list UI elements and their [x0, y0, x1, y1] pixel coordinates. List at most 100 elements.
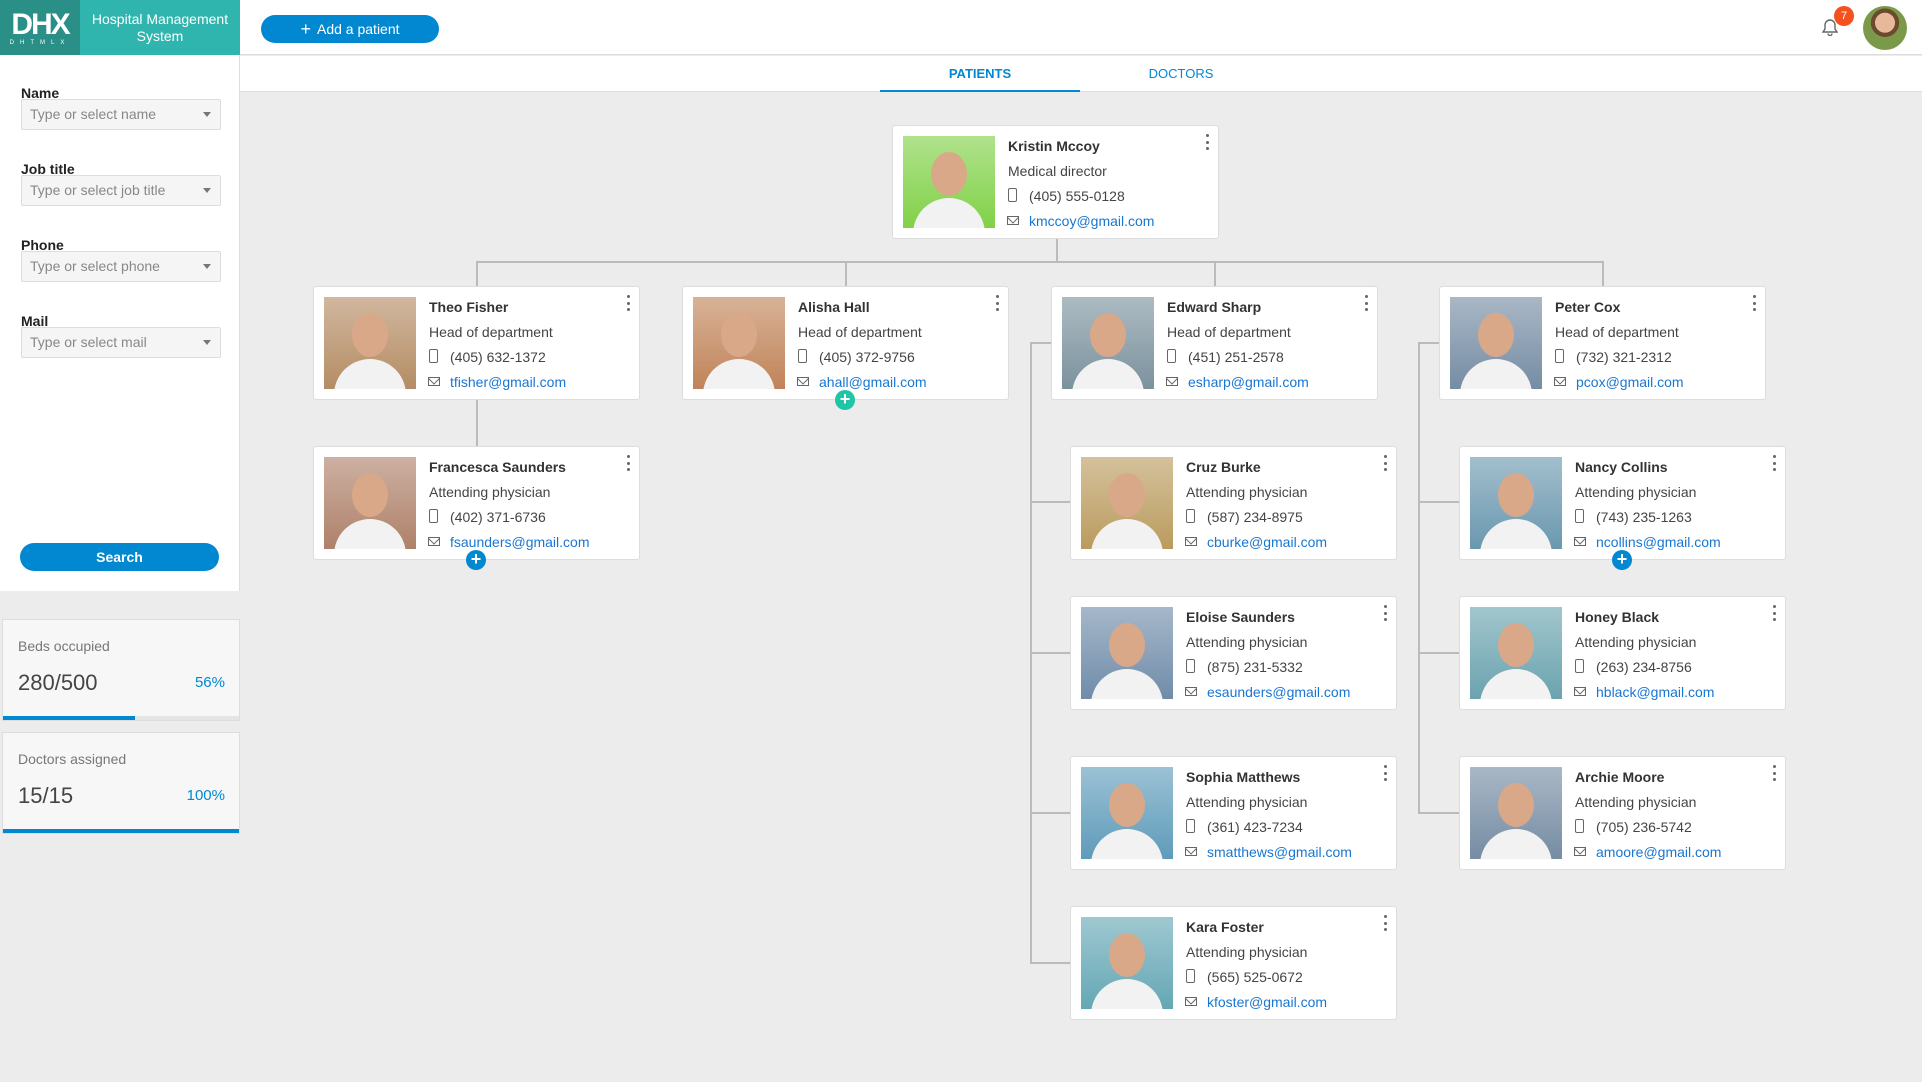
person-email-link[interactable]: pcox@gmail.com — [1576, 374, 1684, 390]
add-patient-button[interactable]: + Add a patient — [261, 15, 439, 43]
connector-line — [1602, 261, 1604, 286]
more-options-icon[interactable] — [1771, 455, 1777, 471]
add-child-button[interactable]: + — [466, 550, 486, 570]
person-name: Francesca Saunders — [429, 459, 566, 475]
person-card[interactable]: Eloise Saunders Attending physician (875… — [1070, 596, 1397, 710]
app-logo: DHX DHTMLX Hospital Management System — [0, 0, 240, 55]
person-job-title: Head of department — [798, 324, 922, 340]
phone-icon — [1008, 188, 1017, 202]
person-job-title: Attending physician — [1186, 944, 1308, 960]
more-options-icon[interactable] — [1382, 605, 1388, 621]
person-card[interactable]: Nancy Collins Attending physician (743) … — [1459, 446, 1786, 560]
person-phone: (451) 251-2578 — [1188, 349, 1284, 365]
filter-combobox[interactable]: Type or select mail — [21, 327, 221, 358]
person-photo — [1062, 297, 1154, 389]
person-job-title: Head of department — [429, 324, 553, 340]
add-child-button[interactable]: + — [835, 390, 855, 410]
mail-icon — [1007, 216, 1019, 225]
more-options-icon[interactable] — [625, 455, 631, 471]
person-card[interactable]: Theo Fisher Head of department (405) 632… — [313, 286, 640, 400]
person-name: Cruz Burke — [1186, 459, 1261, 475]
person-card[interactable]: Peter Cox Head of department (732) 321-2… — [1439, 286, 1766, 400]
more-options-icon[interactable] — [1751, 295, 1757, 311]
person-phone: (405) 555-0128 — [1029, 188, 1125, 204]
phone-icon — [1167, 349, 1176, 363]
more-options-icon[interactable] — [1363, 295, 1369, 311]
connector-line — [476, 400, 478, 446]
person-email-link[interactable]: esaunders@gmail.com — [1207, 684, 1350, 700]
person-card[interactable]: Alisha Hall Head of department (405) 372… — [682, 286, 1009, 400]
person-card[interactable]: Edward Sharp Head of department (451) 25… — [1051, 286, 1378, 400]
tab-doctors[interactable]: Doctors — [1081, 56, 1281, 92]
person-job-title: Attending physician — [1575, 634, 1697, 650]
person-card[interactable]: Francesca Saunders Attending physician (… — [313, 446, 640, 560]
person-email-link[interactable]: fsaunders@gmail.com — [450, 534, 590, 550]
filter-combobox[interactable]: Type or select phone — [21, 251, 221, 282]
person-email-link[interactable]: hblack@gmail.com — [1596, 684, 1714, 700]
filter-combobox[interactable]: Type or select job title — [21, 175, 221, 206]
person-name: Archie Moore — [1575, 769, 1665, 785]
more-options-icon[interactable] — [994, 295, 1000, 311]
person-job-title: Attending physician — [1575, 794, 1697, 810]
progress-bar — [3, 716, 239, 720]
person-card[interactable]: Honey Black Attending physician (263) 23… — [1459, 596, 1786, 710]
tab-bar: Patients Doctors — [240, 56, 1922, 92]
person-card[interactable]: Kristin Mccoy Medical director (405) 555… — [892, 125, 1219, 239]
add-child-button[interactable]: + — [1612, 550, 1632, 570]
person-name: Eloise Saunders — [1186, 609, 1295, 625]
person-card[interactable]: Cruz Burke Attending physician (587) 234… — [1070, 446, 1397, 560]
person-job-title: Attending physician — [1186, 484, 1308, 500]
person-job-title: Attending physician — [1575, 484, 1697, 500]
person-card[interactable]: Archie Moore Attending physician (705) 2… — [1459, 756, 1786, 870]
connector-line — [1214, 261, 1216, 286]
more-options-icon[interactable] — [1382, 455, 1388, 471]
mail-icon — [428, 537, 440, 546]
user-avatar[interactable] — [1863, 6, 1907, 50]
mail-icon — [1554, 377, 1566, 386]
person-name: Nancy Collins — [1575, 459, 1668, 475]
more-options-icon[interactable] — [1771, 605, 1777, 621]
mail-icon — [1574, 847, 1586, 856]
person-name: Kristin Mccoy — [1008, 138, 1100, 154]
mail-icon — [428, 377, 440, 386]
chevron-down-icon — [203, 188, 211, 193]
tab-patients[interactable]: Patients — [880, 56, 1080, 92]
person-email-link[interactable]: kfoster@gmail.com — [1207, 994, 1327, 1010]
person-card[interactable]: Kara Foster Attending physician (565) 52… — [1070, 906, 1397, 1020]
connector-line — [1030, 501, 1070, 503]
person-email-link[interactable]: amoore@gmail.com — [1596, 844, 1721, 860]
connector-line — [1030, 652, 1070, 654]
stat-label: Beds occupied — [18, 638, 110, 654]
connector-line — [1030, 812, 1070, 814]
phone-icon — [1186, 819, 1195, 833]
person-job-title: Attending physician — [1186, 634, 1308, 650]
mail-icon — [1185, 997, 1197, 1006]
person-email-link[interactable]: esharp@gmail.com — [1188, 374, 1309, 390]
mail-icon — [1166, 377, 1178, 386]
person-name: Peter Cox — [1555, 299, 1621, 315]
person-email-link[interactable]: tfisher@gmail.com — [450, 374, 566, 390]
more-options-icon[interactable] — [1771, 765, 1777, 781]
person-photo — [324, 457, 416, 549]
filter-combobox[interactable]: Type or select name — [21, 99, 221, 130]
app-title: Hospital Management System — [91, 10, 229, 44]
person-email-link[interactable]: ncollins@gmail.com — [1596, 534, 1721, 550]
person-card[interactable]: Sophia Matthews Attending physician (361… — [1070, 756, 1397, 870]
person-email-link[interactable]: kmccoy@gmail.com — [1029, 213, 1154, 229]
chevron-down-icon — [203, 340, 211, 345]
more-options-icon[interactable] — [1204, 134, 1210, 150]
progress-bar — [3, 829, 239, 833]
mail-icon — [1185, 847, 1197, 856]
more-options-icon[interactable] — [625, 295, 631, 311]
person-email-link[interactable]: ahall@gmail.com — [819, 374, 927, 390]
person-photo — [1081, 457, 1173, 549]
search-button[interactable]: Search — [20, 543, 219, 571]
more-options-icon[interactable] — [1382, 915, 1388, 931]
person-email-link[interactable]: smatthews@gmail.com — [1207, 844, 1352, 860]
person-email-link[interactable]: cburke@gmail.com — [1207, 534, 1327, 550]
connector-line — [1030, 962, 1070, 964]
stat-value: 280/500 — [18, 670, 98, 695]
more-options-icon[interactable] — [1382, 765, 1388, 781]
person-phone: (405) 372-9756 — [819, 349, 915, 365]
phone-icon — [1575, 509, 1584, 523]
